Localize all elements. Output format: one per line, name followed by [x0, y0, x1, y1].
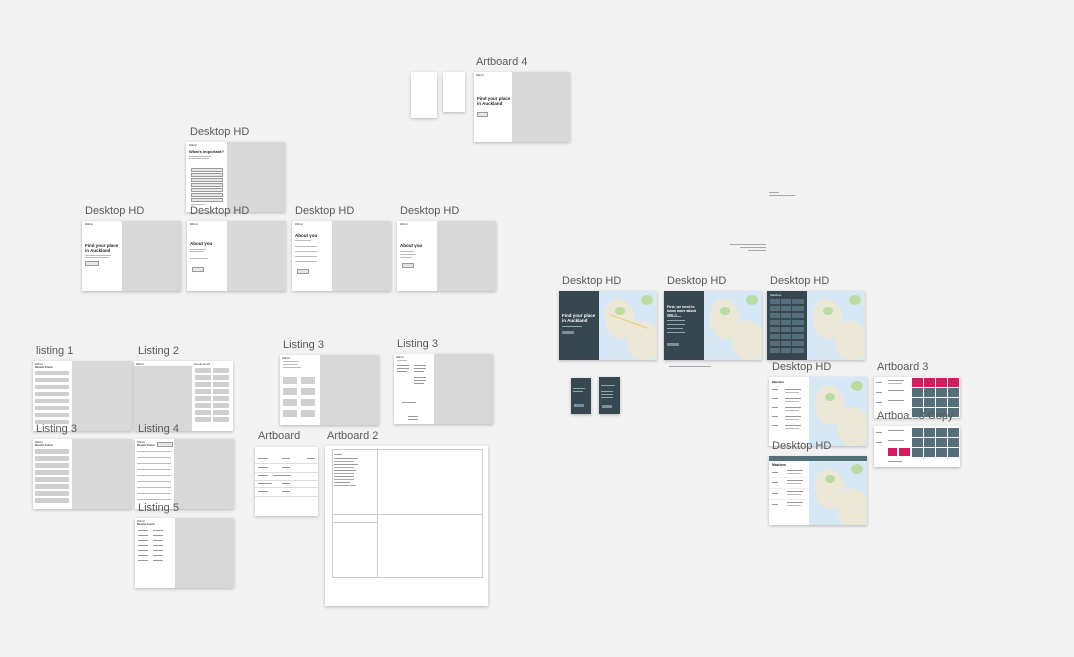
artboard-label-desktop-hd-map3[interactable]: Desktop HD: [770, 275, 829, 287]
artboard-artboard2[interactable]: [325, 446, 488, 606]
artboard-label-artboard[interactable]: Artboard: [258, 430, 300, 442]
artboard-artboard4[interactable]: Wahori Find your place in Auckland: [474, 72, 570, 142]
artboard-label-listing2[interactable]: Listing 2: [138, 345, 179, 357]
map5-heading: Matches: [772, 463, 787, 467]
artboard-listing5[interactable]: Wahori Results Found: [135, 518, 234, 588]
artboard-label-artboard2[interactable]: Artboard 2: [327, 430, 378, 442]
artboard-desktop-hd-map4[interactable]: Matches: [769, 377, 867, 446]
artboard-label-listing3b[interactable]: Listing 3: [283, 339, 324, 351]
artboard-listing3-left[interactable]: Wahori Results Found: [33, 439, 132, 509]
artboard-label-desktop-hd-map1[interactable]: Desktop HD: [562, 275, 621, 287]
artboard-desktop-hd-map1[interactable]: Find your place in Auckland: [559, 291, 657, 360]
artboard-label-artboard3[interactable]: Artboard 3: [877, 361, 928, 373]
artboard-label-desktop-hd-map4[interactable]: Desktop HD: [772, 361, 831, 373]
artboard-artboard3-copy[interactable]: [874, 426, 960, 467]
desktop2-heading: About you: [190, 241, 213, 246]
note-e: [748, 250, 766, 251]
note-c: [730, 244, 766, 245]
artboard-desktop-hd-2[interactable]: Wahori About you: [187, 221, 286, 291]
whats-important-heading: What's important?: [189, 149, 224, 154]
artboard-listing3-mid[interactable]: Wahori: [280, 355, 379, 425]
map1-heading: Find your place in Auckland: [562, 313, 596, 323]
artboard-small-b[interactable]: [443, 72, 465, 112]
artboard-desktop-hd-map3[interactable]: Matches: [767, 291, 865, 360]
desktop1-heading: Find your place in Auckland: [85, 243, 119, 253]
artboard-listing2[interactable]: Wahori Results Found: [134, 361, 233, 431]
desktop3-heading: About you: [295, 233, 318, 238]
artboard-listing4[interactable]: Wahori Results Found: [135, 439, 234, 509]
artboard-label-listing4[interactable]: Listing 4: [138, 423, 179, 435]
artboard-desktop-hd-1[interactable]: Wahori Find your place in Auckland: [82, 221, 181, 291]
artboard4-heading: Find your place in Auckland: [477, 96, 511, 106]
artboard-label-listing1[interactable]: listing 1: [36, 345, 73, 357]
artboard-label-listing3a[interactable]: Listing 3: [36, 423, 77, 435]
artboard-label-artboard4[interactable]: Artboard 4: [476, 56, 527, 68]
artboard-mobile-b[interactable]: [599, 377, 620, 414]
artboard-label-listing3c[interactable]: Listing 3: [397, 338, 438, 350]
note-b: [769, 195, 795, 196]
note-f: [669, 366, 711, 367]
artboard-desktop-hd-map5[interactable]: Matches: [769, 456, 867, 525]
artboard-label-listing5[interactable]: Listing 5: [138, 502, 179, 514]
artboard-label-desktop-hd-1[interactable]: Desktop HD: [85, 205, 144, 217]
note-d: [740, 247, 766, 248]
artboard-label-desktop-hd-4[interactable]: Desktop HD: [400, 205, 459, 217]
artboard-label-desktop-hd-2[interactable]: Desktop HD: [190, 205, 249, 217]
artboard-label-desktop-hd-map2[interactable]: Desktop HD: [667, 275, 726, 287]
artboard-artboard[interactable]: [255, 447, 318, 516]
artboard-small-a[interactable]: [411, 72, 437, 118]
artboard-listing3-right[interactable]: Wahori: [394, 354, 493, 424]
artboard-label-desktop-hd-map5[interactable]: Desktop HD: [772, 440, 831, 452]
map3-heading: Matches: [770, 293, 782, 297]
artboard-desktop-hd-map2[interactable]: First, we need to know more about you :): [664, 291, 762, 360]
map4-heading: Matches: [772, 380, 785, 384]
artboard-desktop-hd-top[interactable]: Wahori What's important?: [186, 142, 285, 212]
artboard-label-desktop-hd-3[interactable]: Desktop HD: [295, 205, 354, 217]
artboard-listing1[interactable]: Wahori Results Found: [33, 361, 132, 431]
artboard-label-artboard3copy[interactable]: Artboa...3 Copy: [877, 410, 953, 422]
artboard-label-desktop-hd-top[interactable]: Desktop HD: [190, 126, 249, 138]
desktop4-heading: About you: [400, 243, 423, 248]
artboard-mobile-a[interactable]: [571, 378, 591, 414]
artboard-desktop-hd-3[interactable]: Wahori About you: [292, 221, 391, 291]
note-a: [769, 192, 779, 193]
artboard-desktop-hd-4[interactable]: Wahori About you: [397, 221, 496, 291]
